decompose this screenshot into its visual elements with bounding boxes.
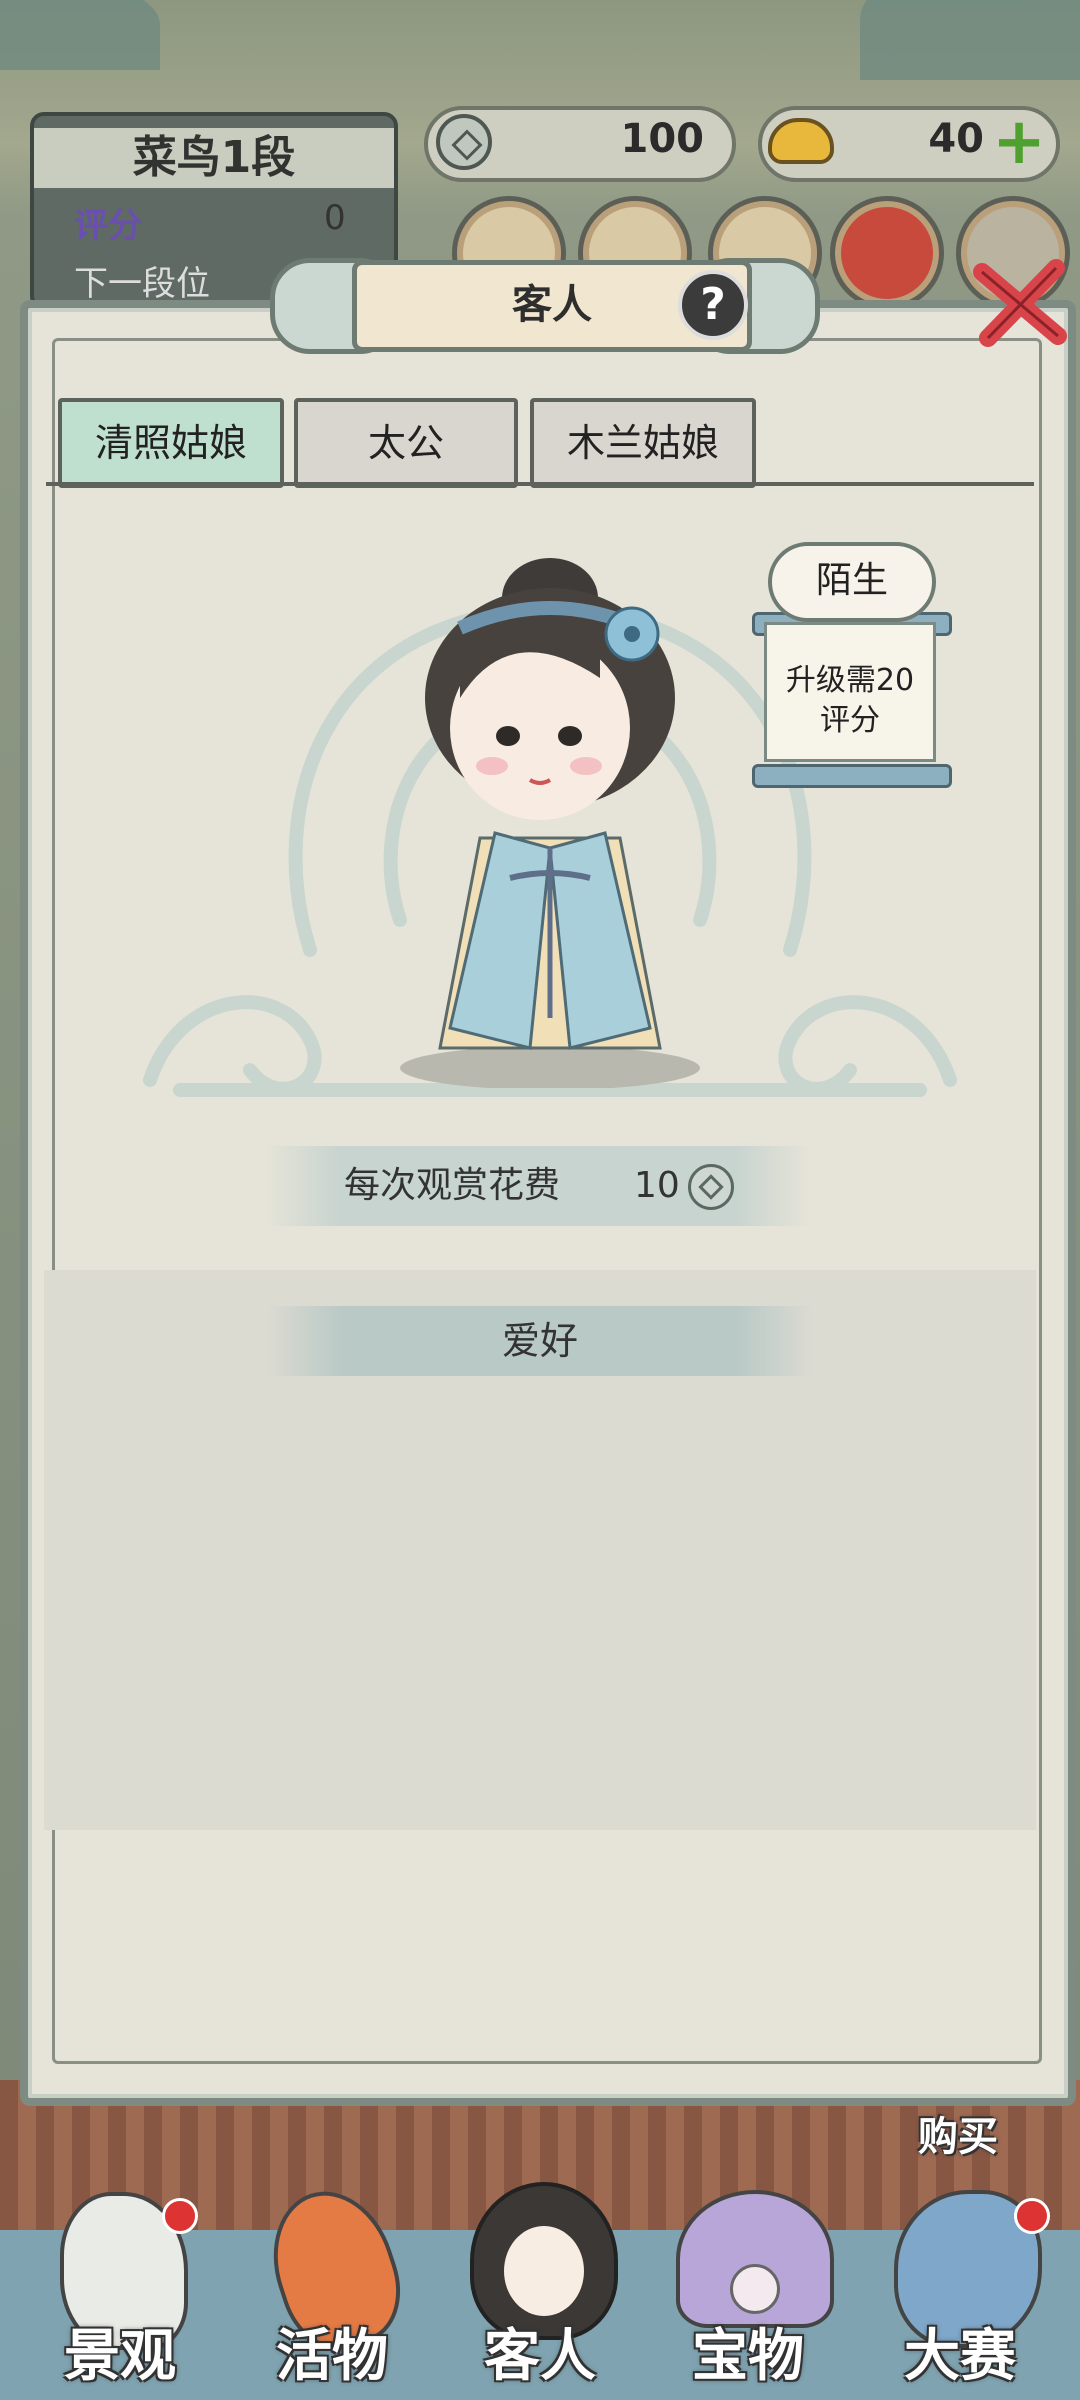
ingot-amount: 40	[928, 116, 984, 162]
next-rank-label: 下一段位	[74, 264, 210, 304]
add-ingot-icon[interactable]: +	[992, 110, 1046, 174]
coin-amount: 100	[620, 116, 705, 162]
nav-scenery[interactable]: 景观	[20, 2176, 220, 2400]
notification-dot	[1014, 2198, 1050, 2234]
nav-creatures-label: 活物	[276, 2324, 388, 2389]
nav-guests[interactable]: 客人	[440, 2176, 640, 2400]
copper-coin-icon	[436, 114, 492, 170]
nav-treasures-label: 宝物	[692, 2324, 804, 2389]
close-icon[interactable]	[968, 254, 1072, 350]
upgrade-requirement-line2: 评分	[820, 703, 880, 738]
coin-counter: 100	[424, 106, 736, 182]
score-label: 评分	[74, 206, 142, 246]
ingot-counter: 40 +	[758, 106, 1060, 182]
help-icon[interactable]: ?	[678, 270, 748, 340]
relationship-status: 陌生	[768, 542, 936, 622]
buy-label[interactable]: 购买	[918, 2104, 998, 2162]
viewing-cost-bar: 每次观赏花费 10	[264, 1146, 812, 1226]
copper-coin-icon	[688, 1164, 734, 1210]
status-scroll-bottom-rod	[752, 764, 952, 788]
tab-underline	[46, 482, 1034, 486]
nav-treasures[interactable]: 宝物	[648, 2176, 848, 2400]
upgrade-requirement-line1: 升级需20	[785, 663, 915, 698]
tab-taigong[interactable]: 太公	[294, 398, 518, 488]
nav-creatures[interactable]: 活物	[232, 2175, 432, 2400]
guest-character-qingzhao	[400, 558, 700, 1088]
tab-mulan[interactable]: 木兰姑娘	[530, 398, 756, 488]
pearl-shell-icon	[676, 2190, 834, 2328]
rank-name: 菜鸟1段	[34, 128, 394, 188]
nav-contest-label: 大赛	[904, 2324, 1016, 2389]
nav-scenery-label: 景观	[64, 2324, 176, 2389]
viewing-cost-value: 10	[634, 1165, 680, 1206]
upgrade-requirement: 升级需20 评分	[764, 622, 936, 762]
nav-guests-label: 客人	[484, 2324, 596, 2389]
notebook-menu-button[interactable]	[830, 196, 944, 310]
nav-contest[interactable]: 大赛	[860, 2176, 1060, 2400]
score-value: 0	[324, 198, 346, 238]
tab-qingzhao[interactable]: 清照姑娘	[58, 398, 284, 488]
hobby-header: 爱好	[266, 1306, 814, 1376]
viewing-cost-label: 每次观赏花费	[344, 1165, 561, 1206]
notification-dot	[162, 2198, 198, 2234]
gold-ingot-icon	[768, 118, 834, 164]
